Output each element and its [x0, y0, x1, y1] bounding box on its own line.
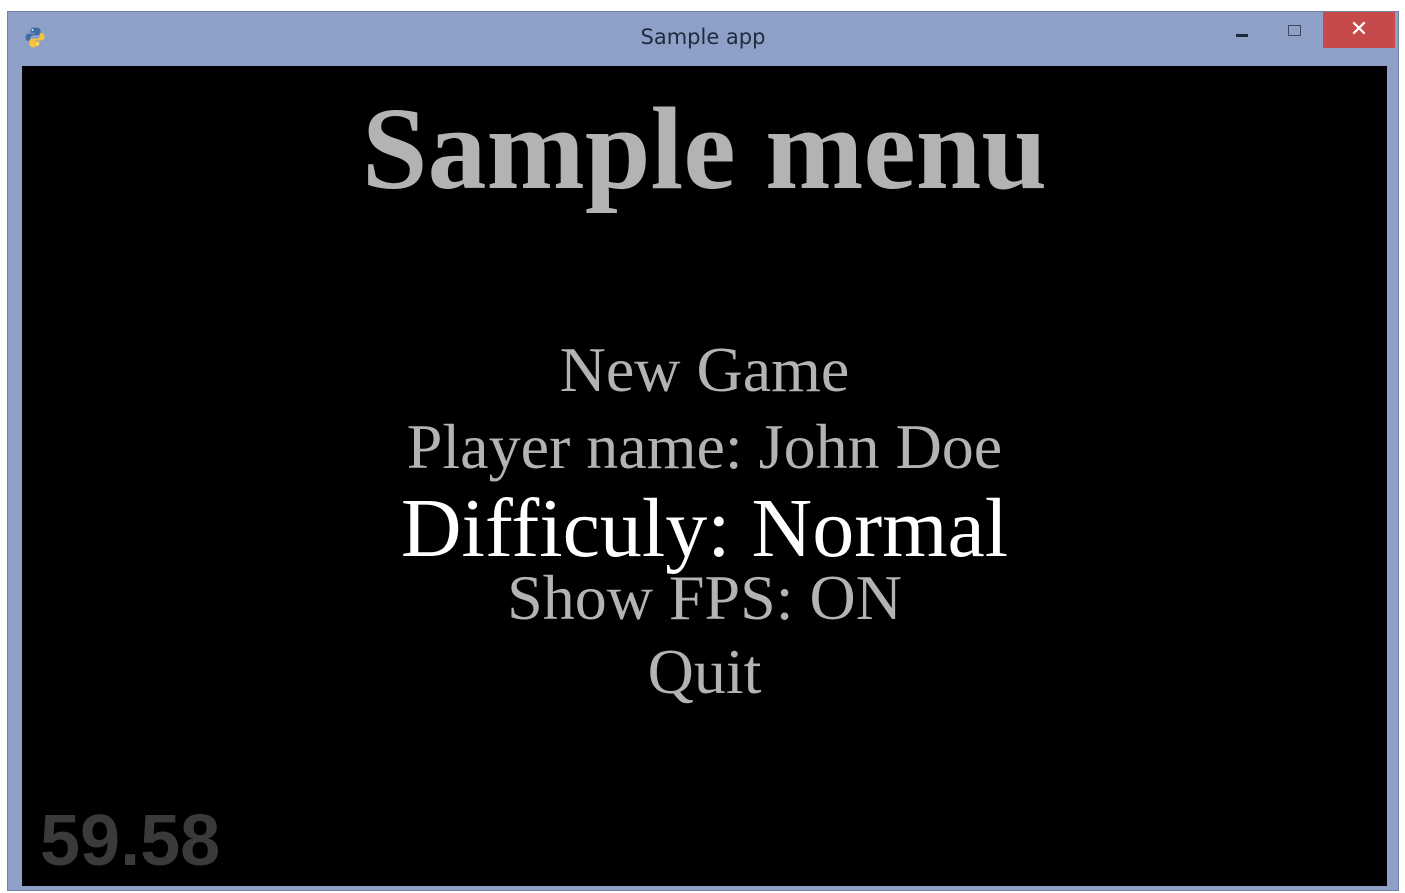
menu-item-new-game[interactable]: New Game	[22, 330, 1387, 410]
title-bar[interactable]: Sample app ✕	[8, 12, 1398, 66]
maximize-button[interactable]	[1270, 12, 1318, 48]
minimize-button[interactable]	[1218, 12, 1266, 48]
fps-counter: 59.58	[40, 801, 221, 881]
maximize-icon	[1287, 24, 1301, 36]
menu-title: Sample menu	[361, 83, 1048, 214]
menu-item-player-name[interactable]: Player name: John Doe	[22, 407, 1387, 487]
game-canvas[interactable]: Sample menu New Game Player name: John D…	[22, 66, 1387, 886]
minimize-icon	[1236, 33, 1248, 37]
window-title: Sample app	[640, 25, 766, 49]
app-window: Sample app ✕ Sample menu New Game Player…	[7, 11, 1399, 891]
menu-item-quit[interactable]: Quit	[22, 632, 1387, 712]
menu-item-show-fps[interactable]: Show FPS: ON	[22, 558, 1387, 638]
close-icon: ✕	[1349, 17, 1369, 42]
close-button[interactable]: ✕	[1323, 12, 1395, 48]
